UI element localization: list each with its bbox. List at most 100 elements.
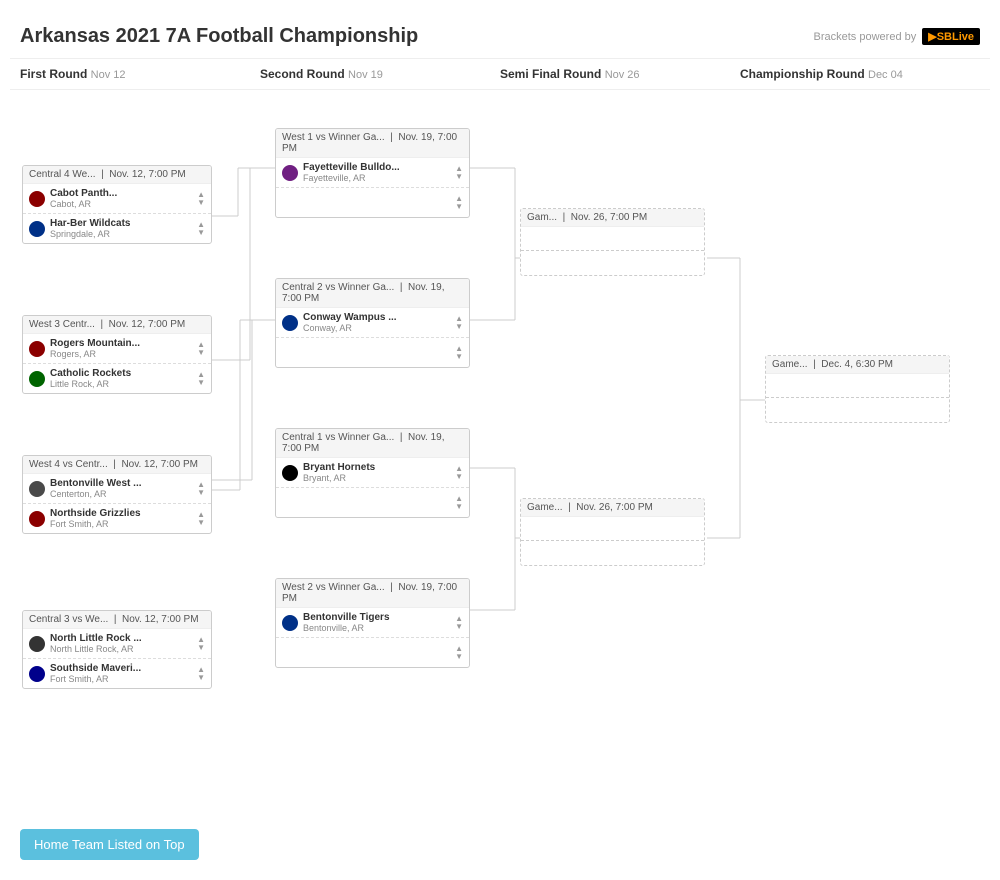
r2g2-team1-row: Conway Wampus ... Conway, AR ▲▼ xyxy=(276,308,469,338)
r1g4-team2-seed: ▲▼ xyxy=(197,666,205,682)
r1g3-team1-row: Bentonville West ... Centerton, AR ▲▼ xyxy=(23,474,211,504)
sf1-slot1 xyxy=(521,229,704,251)
bentonville-west-icon xyxy=(29,481,45,497)
r2g2-team2-info xyxy=(303,342,450,363)
r1g3-box: West 4 vs Centr... | Nov. 12, 7:00 PM Be… xyxy=(22,455,212,534)
round-3-label: Semi Final Round xyxy=(500,67,601,81)
r1g1-team1-info: Cabot Panth... Cabot, AR xyxy=(50,188,192,209)
r1g4-team1-info: North Little Rock ... North Little Rock,… xyxy=(50,633,192,654)
r2g4-box: West 2 vs Winner Ga... | Nov. 19, 7:00 P… xyxy=(275,578,470,668)
round-3-date: Nov 26 xyxy=(605,69,640,81)
r1g2-team1-seed: ▲▼ xyxy=(197,341,205,357)
r2g4-matchup: West 2 vs Winner Ga... | Nov. 19, 7:00 P… xyxy=(275,578,470,668)
champ-slot2 xyxy=(766,400,949,422)
nlr-icon xyxy=(29,636,45,652)
sf2-slot1 xyxy=(521,519,704,541)
page-title: Arkansas 2021 7A Football Championship xyxy=(20,25,418,48)
r2g1-team2-info xyxy=(303,192,450,213)
r2g3-box: Central 1 vs Winner Ga... | Nov. 19, 7:0… xyxy=(275,428,470,518)
home-team-button[interactable]: Home Team Listed on Top xyxy=(20,829,199,860)
cabot-icon xyxy=(29,191,45,207)
r2g2-team2-icon-empty xyxy=(282,345,298,361)
catholic-icon xyxy=(29,371,45,387)
r1g2-team2-info: Catholic Rockets Little Rock, AR xyxy=(50,368,192,389)
r2g2-team2-seed: ▲▼ xyxy=(455,345,463,361)
r2g1-team1-seed: ▲▼ xyxy=(455,165,463,181)
powered-by: Brackets powered by ▶SBLive xyxy=(814,28,980,45)
r2g3-team2-row: ▲▼ xyxy=(276,488,469,517)
r1g2-team1-info: Rogers Mountain... Rogers, AR xyxy=(50,338,192,359)
sf2-slot2 xyxy=(521,543,704,565)
r2g3-team1-info: Bryant Hornets Bryant, AR xyxy=(303,462,450,483)
harber-icon xyxy=(29,221,45,237)
r1g2-header: West 3 Centr... | Nov. 12, 7:00 PM xyxy=(23,316,211,334)
r1g1-header: Central 4 We... | Nov. 12, 7:00 PM xyxy=(23,166,211,184)
r1g2-box: West 3 Centr... | Nov. 12, 7:00 PM Roger… xyxy=(22,315,212,394)
r2g1-team2-row: ▲▼ xyxy=(276,188,469,217)
sf2-box: Game... | Nov. 26, 7:00 PM xyxy=(520,498,705,566)
round-2-date: Nov 19 xyxy=(348,69,383,81)
sf2-result: Game... | Nov. 26, 7:00 PM xyxy=(520,498,705,566)
champ-header: Game... | Dec. 4, 6:30 PM xyxy=(766,356,949,374)
r2g1-team2-icon-empty xyxy=(282,195,298,211)
rounds-header: First Round Nov 12 Second Round Nov 19 S… xyxy=(10,59,990,90)
r1g4-team2-row: Southside Maveri... Fort Smith, AR ▲▼ xyxy=(23,659,211,688)
round-1-date: Nov 12 xyxy=(91,69,126,81)
sf2-header: Game... | Nov. 26, 7:00 PM xyxy=(521,499,704,517)
r2g4-team2-info xyxy=(303,642,450,663)
r1g4-box: Central 3 vs We... | Nov. 12, 7:00 PM No… xyxy=(22,610,212,689)
sf1-header: Gam... | Nov. 26, 7:00 PM xyxy=(521,209,704,227)
bentonville-icon xyxy=(282,615,298,631)
r1g2-team1-row: Rogers Mountain... Rogers, AR ▲▼ xyxy=(23,334,211,364)
r1g3-team2-info: Northside Grizzlies Fort Smith, AR xyxy=(50,508,192,529)
round-2-label: Second Round xyxy=(260,67,345,81)
r2g3-team2-icon-empty xyxy=(282,495,298,511)
round-4-date: Dec 04 xyxy=(868,69,903,81)
sblive-logo: ▶SBLive xyxy=(922,28,980,45)
r1g1-team2-seed: ▲▼ xyxy=(197,221,205,237)
r1g1-team2-info: Har-Ber Wildcats Springdale, AR xyxy=(50,218,192,239)
round-col-4: Championship Round Dec 04 xyxy=(740,67,980,81)
r1g3-team1-info: Bentonville West ... Centerton, AR xyxy=(50,478,192,499)
r1g4-team1-seed: ▲▼ xyxy=(197,636,205,652)
r2g4-team2-row: ▲▼ xyxy=(276,638,469,667)
champ-slot1 xyxy=(766,376,949,398)
r1g1-team2-row: Har-Ber Wildcats Springdale, AR ▲▼ xyxy=(23,214,211,243)
r2g4-team2-icon-empty xyxy=(282,645,298,661)
r2g4-team1-row: Bentonville Tigers Bentonville, AR ▲▼ xyxy=(276,608,469,638)
r2g2-box: Central 2 vs Winner Ga... | Nov. 19, 7:0… xyxy=(275,278,470,368)
champ-result: Game... | Dec. 4, 6:30 PM xyxy=(765,355,950,423)
r2g3-team1-seed: ▲▼ xyxy=(455,465,463,481)
r2g2-header: Central 2 vs Winner Ga... | Nov. 19, 7:0… xyxy=(276,279,469,308)
sf1-slot2 xyxy=(521,253,704,275)
r2g3-team1-row: Bryant Hornets Bryant, AR ▲▼ xyxy=(276,458,469,488)
r2g2-team1-info: Conway Wampus ... Conway, AR xyxy=(303,312,450,333)
sf1-box: Gam... | Nov. 26, 7:00 PM xyxy=(520,208,705,276)
r2g4-team2-seed: ▲▼ xyxy=(455,645,463,661)
r1g4-matchup: Central 3 vs We... | Nov. 12, 7:00 PM No… xyxy=(22,610,212,689)
r2g3-header: Central 1 vs Winner Ga... | Nov. 19, 7:0… xyxy=(276,429,469,458)
r1g3-team2-seed: ▲▼ xyxy=(197,511,205,527)
r2g1-team1-info: Fayetteville Bulldo... Fayetteville, AR xyxy=(303,162,450,183)
round-col-2: Second Round Nov 19 xyxy=(260,67,500,81)
r2g4-team1-seed: ▲▼ xyxy=(455,615,463,631)
r2g2-matchup: Central 2 vs Winner Ga... | Nov. 19, 7:0… xyxy=(275,278,470,368)
r2g1-team2-seed: ▲▼ xyxy=(455,195,463,211)
page-header: Arkansas 2021 7A Football Championship B… xyxy=(10,10,990,59)
champ-box: Game... | Dec. 4, 6:30 PM xyxy=(765,355,950,423)
r1g1-team1-seed: ▲▼ xyxy=(197,191,205,207)
powered-by-label: Brackets powered by xyxy=(814,31,917,43)
r2g4-header: West 2 vs Winner Ga... | Nov. 19, 7:00 P… xyxy=(276,579,469,608)
r2g3-matchup: Central 1 vs Winner Ga... | Nov. 19, 7:0… xyxy=(275,428,470,518)
r2g3-team2-seed: ▲▼ xyxy=(455,495,463,511)
northside-icon xyxy=(29,511,45,527)
r2g1-box: West 1 vs Winner Ga... | Nov. 19, 7:00 P… xyxy=(275,128,470,218)
round-col-3: Semi Final Round Nov 26 xyxy=(500,67,740,81)
r2g1-header: West 1 vs Winner Ga... | Nov. 19, 7:00 P… xyxy=(276,129,469,158)
r1g4-header: Central 3 vs We... | Nov. 12, 7:00 PM xyxy=(23,611,211,629)
sf1-result: Gam... | Nov. 26, 7:00 PM xyxy=(520,208,705,276)
r1g1-box: Central 4 We... | Nov. 12, 7:00 PM Cabot… xyxy=(22,165,212,244)
r1g2-matchup: West 3 Centr... | Nov. 12, 7:00 PM Roger… xyxy=(22,315,212,394)
r2g1-matchup: West 1 vs Winner Ga... | Nov. 19, 7:00 P… xyxy=(275,128,470,218)
r2g1-team1-row: Fayetteville Bulldo... Fayetteville, AR … xyxy=(276,158,469,188)
